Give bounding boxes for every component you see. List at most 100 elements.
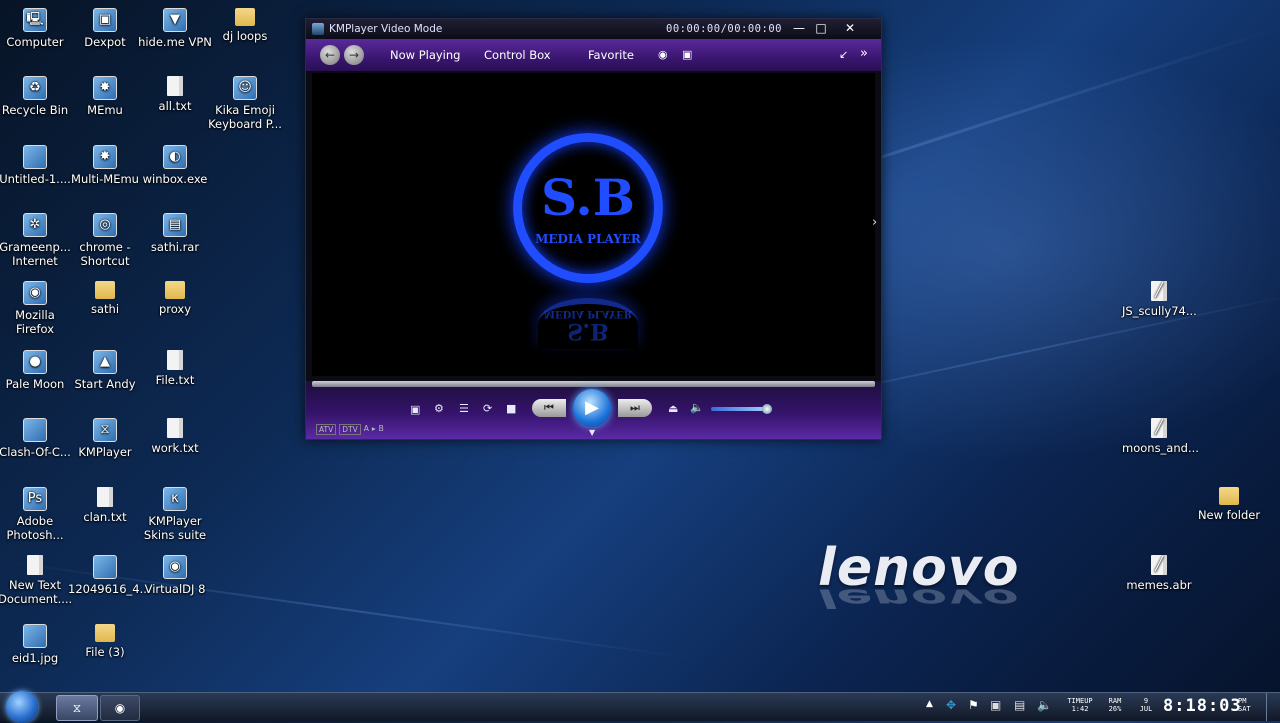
text-file-icon — [27, 555, 43, 575]
desktop-icon[interactable]: ✲ Grameenp... Internet — [0, 213, 72, 268]
desktop-icon[interactable]: ╱ memes.abr — [1122, 555, 1196, 592]
taskbar-virtualdj-button[interactable]: ◉ — [100, 695, 140, 721]
logo-sub-text: MEDIA PLAYER — [535, 232, 641, 246]
desktop-icon[interactable]: 🖳 Computer — [0, 8, 72, 49]
previous-button[interactable]: ⏮ — [532, 399, 566, 417]
clock[interactable]: 8:18:03 — [1163, 696, 1242, 716]
desktop-icon[interactable]: ╱ moons_and... — [1122, 418, 1199, 455]
desktop-icon[interactable]: 12049616_4... — [68, 555, 151, 596]
desktop-icon[interactable]: ▣ Dexpot — [68, 8, 142, 49]
desktop-icon[interactable]: Untitled-1.... — [0, 145, 72, 186]
network-icon: ✲ — [23, 213, 47, 237]
kmplayer-skins-icon: κ — [163, 487, 187, 511]
a-tag[interactable]: A — [364, 424, 369, 435]
desktop-icon[interactable]: File.txt — [138, 350, 212, 387]
b-tag[interactable]: B — [379, 424, 384, 435]
rar-icon: ▤ — [163, 213, 187, 237]
camera-icon[interactable]: ◉ — [658, 48, 668, 61]
volume-knob[interactable] — [761, 404, 772, 414]
eject-icon[interactable]: ⏏ — [668, 402, 678, 415]
tray-network-icon[interactable]: ▤ — [1014, 698, 1025, 712]
desktop-icon[interactable]: ☺ Kika Emoji Keyboard P... — [208, 76, 282, 131]
tray-security-icon[interactable]: ▣ — [990, 698, 1001, 712]
lenovo-logo: lenovo lenovo — [818, 538, 1020, 613]
computer-icon: 🖳 — [23, 8, 47, 32]
desktop-icon[interactable]: ▤ sathi.rar — [138, 213, 212, 254]
tray-network-app-icon[interactable]: ✥ — [946, 698, 956, 712]
side-panel-toggle[interactable]: › — [872, 215, 877, 230]
mini-mode-icon[interactable]: ↙ — [839, 48, 848, 61]
desktop-icon-label: Mozilla Firefox — [15, 308, 55, 336]
desktop-icon[interactable]: κ KMPlayer Skins suite — [138, 487, 212, 542]
desktop-icon-label: Multi-MEmu — [71, 172, 139, 186]
desktop-icon[interactable]: ◐ winbox.exe — [138, 145, 212, 186]
desktop-icon[interactable]: File (3) — [68, 624, 142, 659]
desktop-icon[interactable]: ✸ Multi-MEmu — [68, 145, 142, 186]
desktop-icon[interactable]: ▲ Start Andy — [68, 350, 142, 391]
desktop-icon[interactable]: New Text Document.... — [0, 555, 72, 606]
forward-arrow-icon[interactable]: → — [344, 45, 364, 65]
desktop-icon[interactable]: ◉ VirtualDJ 8 — [138, 555, 212, 596]
desktop-icon[interactable]: Ps Adobe Photosh... — [0, 487, 72, 542]
repeat-icon[interactable]: ⟳ — [483, 402, 492, 415]
atv-tag[interactable]: ATV — [316, 424, 337, 435]
desktop-icon[interactable]: ▼ hide.me VPN — [138, 8, 212, 49]
back-arrow-icon[interactable]: ← — [320, 45, 340, 65]
date-readout[interactable]: 9 JUL — [1134, 697, 1158, 713]
tray-volume-icon[interactable]: 🔈 — [1037, 698, 1052, 712]
desktop-icon-label: Clash-Of-C... — [0, 445, 71, 459]
brush-file-icon: ╱ — [1151, 281, 1167, 301]
firefox-icon: ◉ — [23, 281, 47, 305]
window-title: KMPlayer Video Mode — [329, 23, 443, 35]
desktop-icon[interactable]: clan.txt — [68, 487, 142, 524]
options-arrow-icon[interactable]: ▼ — [589, 428, 595, 437]
timeup-readout: TIMEUP 1:42 — [1067, 697, 1093, 713]
desktop-icon[interactable]: ● Pale Moon — [0, 350, 72, 391]
stop-button[interactable]: ■ — [506, 402, 516, 415]
desktop-icon-label: proxy — [158, 302, 192, 316]
desktop-icon[interactable]: ♻ Recycle Bin — [0, 76, 72, 117]
expand-panel-icon[interactable]: » — [860, 46, 868, 61]
video-capture-icon[interactable]: ▣ — [682, 48, 692, 61]
kmplayer-window[interactable]: KMPlayer Video Mode 00:00:00/00:00:00 — … — [305, 18, 882, 440]
tab-favorite[interactable]: Favorite — [588, 48, 634, 62]
next-button[interactable]: ⏭ — [618, 399, 652, 417]
start-button[interactable] — [6, 691, 38, 723]
desktop-icon[interactable]: New folder — [1192, 487, 1266, 522]
settings-gear-icon[interactable]: ⚙ — [434, 402, 444, 415]
desktop-icon[interactable]: ◉ Mozilla Firefox — [0, 281, 72, 336]
desktop-icon[interactable]: eid1.jpg — [0, 624, 72, 665]
desktop-icon[interactable]: ✸ MEmu — [68, 76, 142, 117]
desktop-icon[interactable]: dj loops — [208, 8, 282, 43]
taskbar-kmplayer-button[interactable]: ⧖ — [56, 695, 98, 721]
show-hidden-icons-arrow[interactable]: ▲ — [926, 699, 933, 709]
play-button[interactable]: ▶ — [573, 389, 611, 427]
tab-now-playing[interactable]: Now Playing — [390, 48, 460, 62]
tab-control-box[interactable]: Control Box — [484, 48, 551, 62]
tray-flag-icon[interactable]: ⚑ — [968, 698, 979, 712]
virtualdj-icon: ◉ — [163, 555, 187, 579]
seek-bar[interactable] — [312, 381, 875, 387]
desktop-icon-label: dj loops — [222, 29, 268, 43]
dtv-tag[interactable]: DTV — [339, 424, 361, 435]
close-button[interactable]: ✕ — [839, 20, 861, 36]
desktop-icon[interactable]: ╱ JS_scully74... — [1122, 281, 1197, 318]
desktop-icon[interactable]: Clash-Of-C... — [0, 418, 72, 459]
desktop-icon[interactable]: all.txt — [138, 76, 212, 113]
desktop-icon-label: winbox.exe — [142, 172, 208, 186]
video-screen[interactable]: S.B MEDIA PLAYER MEDIA PLAYER S.B — [312, 73, 875, 376]
show-desktop-button[interactable] — [1266, 693, 1280, 721]
playlist-icon[interactable]: ☰ — [459, 402, 469, 415]
desktop-icon[interactable]: ⧖ KMPlayer — [68, 418, 142, 459]
desktop-icon[interactable]: ◎ chrome - Shortcut — [68, 213, 142, 268]
kmplayer-icon: ⧖ — [93, 418, 117, 442]
desktop-icon[interactable]: proxy — [138, 281, 212, 316]
maximize-button[interactable]: □ — [810, 20, 832, 36]
volume-icon[interactable]: 🔈 — [690, 401, 704, 414]
volume-slider[interactable] — [711, 404, 773, 414]
desktop-icon[interactable]: work.txt — [138, 418, 212, 455]
title-bar[interactable]: KMPlayer Video Mode 00:00:00/00:00:00 — … — [306, 19, 881, 39]
desktop-icon[interactable]: sathi — [68, 281, 142, 316]
minimize-button[interactable]: — — [788, 20, 810, 36]
subtitle-icon[interactable]: ▣ — [410, 403, 420, 416]
